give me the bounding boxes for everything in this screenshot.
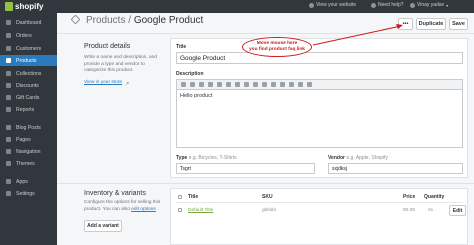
select-all-checkbox[interactable] <box>178 195 182 199</box>
inventory-description: Configure the options for selling this p… <box>84 200 161 212</box>
variant-price: 80.00 <box>403 208 416 213</box>
column-sku: SKU <box>262 194 273 200</box>
inventory-title: Inventory & variants <box>84 190 146 197</box>
variant-title-link[interactable]: Default Title <box>188 208 213 213</box>
variant-sku: ghkldo <box>262 208 277 213</box>
table-divider <box>176 202 463 203</box>
edit-options-link[interactable]: edit options <box>131 207 156 212</box>
section-divider <box>57 183 474 184</box>
column-title: Title <box>188 194 199 200</box>
edit-variant-button[interactable]: Edit <box>449 205 466 216</box>
column-price: Price <box>403 194 416 200</box>
add-variant-button[interactable]: Add a variant <box>84 220 122 232</box>
row-checkbox[interactable] <box>178 208 182 212</box>
column-quantity: Quantity <box>424 194 445 200</box>
variant-quantity: 0x <box>428 208 434 213</box>
